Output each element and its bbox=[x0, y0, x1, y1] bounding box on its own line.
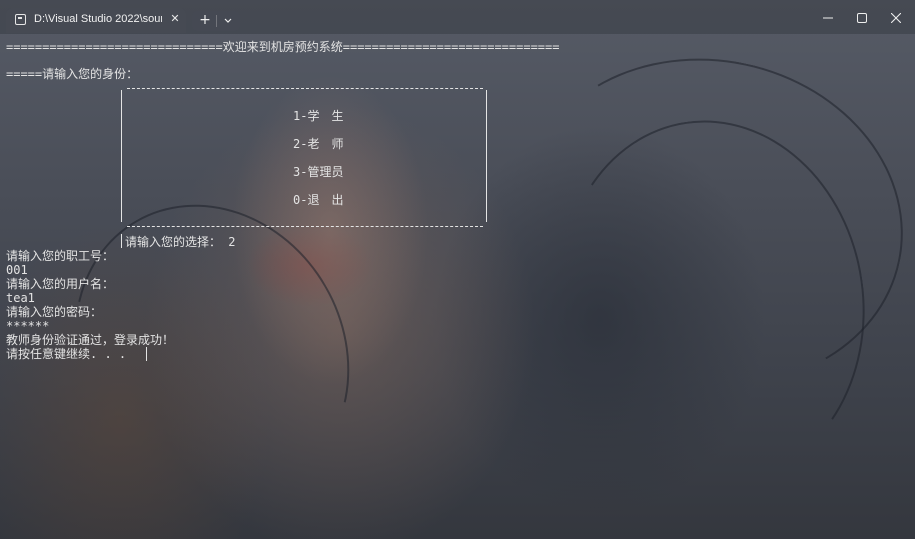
tab-actions: + bbox=[192, 11, 240, 31]
close-window-button[interactable] bbox=[879, 4, 913, 32]
menu-item-exit: 0-退 出 bbox=[293, 193, 344, 207]
divider bbox=[216, 15, 217, 27]
terminal-output[interactable]: ==============================欢迎来到机房预约系统… bbox=[0, 34, 915, 539]
menu-box-top-border bbox=[127, 88, 483, 89]
identity-prompt: =====请输入您的身份： bbox=[6, 67, 139, 81]
new-tab-button[interactable]: + bbox=[195, 11, 215, 31]
terminal-icon bbox=[15, 14, 26, 25]
tab-dropdown-button[interactable] bbox=[218, 11, 238, 31]
output-line: 001 bbox=[6, 263, 28, 277]
output-line: 教师身份验证通过，登录成功！ bbox=[6, 333, 175, 347]
menu-item-student: 1-学 生 bbox=[293, 109, 344, 123]
menu-item-admin: 3-管理员 bbox=[293, 165, 344, 179]
output-line: tea1 bbox=[6, 291, 35, 305]
terminal-window: D:\Visual Studio 2022\source\ ✕ + bbox=[0, 0, 915, 539]
output-line: ****** bbox=[6, 319, 50, 333]
output-line: 请输入您的用户名： bbox=[6, 277, 115, 291]
choice-prompt-bar bbox=[121, 234, 122, 248]
welcome-banner: ==============================欢迎来到机房预约系统… bbox=[6, 40, 560, 54]
minimize-button[interactable] bbox=[811, 4, 845, 32]
menu-box-left-border bbox=[121, 90, 122, 222]
close-icon bbox=[891, 13, 901, 23]
menu-item-teacher: 2-老 师 bbox=[293, 137, 344, 151]
output-line: 请输入您的密码： bbox=[6, 305, 103, 319]
tab-title: D:\Visual Studio 2022\source\ bbox=[34, 13, 162, 25]
choice-prompt: 请输入您的选择： 2 bbox=[125, 235, 236, 249]
tab-terminal[interactable]: D:\Visual Studio 2022\source\ ✕ bbox=[6, 8, 186, 33]
minimize-icon bbox=[823, 17, 833, 19]
menu-box-bottom-border bbox=[127, 226, 483, 227]
maximize-icon bbox=[857, 13, 867, 23]
output-line: 请输入您的职工号： bbox=[6, 249, 115, 263]
close-tab-button[interactable]: ✕ bbox=[167, 11, 183, 27]
title-bar[interactable]: D:\Visual Studio 2022\source\ ✕ + bbox=[0, 0, 915, 34]
text-cursor bbox=[146, 347, 147, 361]
menu-box-right-border bbox=[486, 90, 487, 222]
maximize-button[interactable] bbox=[845, 4, 879, 32]
output-line: 请按任意键继续. . . bbox=[6, 347, 127, 361]
chevron-down-icon bbox=[224, 18, 232, 23]
